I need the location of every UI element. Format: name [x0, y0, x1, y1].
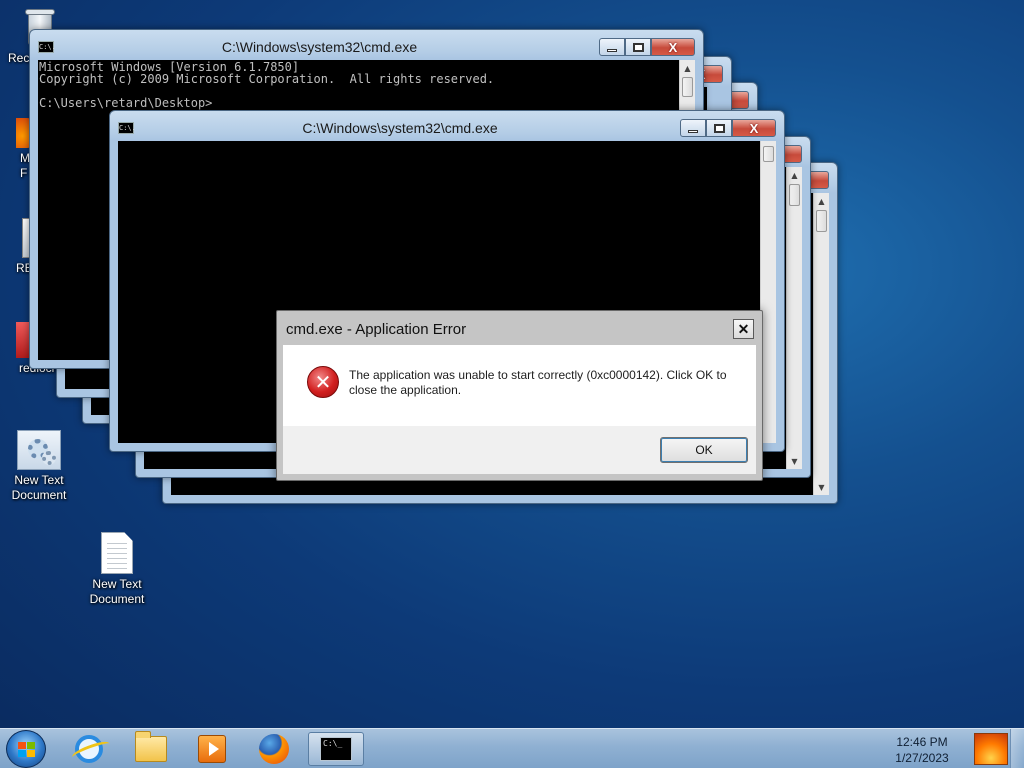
clock-date: 1/27/2023	[895, 751, 949, 765]
desktop-icon-label: New Text	[92, 577, 142, 591]
window-controls: X	[680, 119, 776, 137]
maximize-icon	[632, 42, 644, 52]
window-controls: X	[599, 38, 695, 56]
taskbar-windows-explorer[interactable]	[123, 731, 179, 766]
scroll-down-arrow-icon[interactable]: ▼	[814, 479, 829, 495]
notification-thumbnail-icon[interactable]	[974, 733, 1008, 765]
taskbar-internet-explorer[interactable]	[61, 732, 117, 766]
media-player-icon	[198, 735, 226, 763]
desktop-icon-label: New Text	[14, 473, 64, 487]
window-title: C:\Windows\system32\cmd.exe	[302, 120, 498, 136]
scroll-thumb[interactable]	[763, 146, 774, 162]
scroll-thumb[interactable]	[816, 210, 827, 232]
close-button[interactable]: X	[651, 38, 695, 56]
dialog-footer: OK	[283, 426, 756, 474]
maximize-button[interactable]	[706, 119, 732, 137]
minimize-icon	[607, 48, 617, 52]
show-desktop-button[interactable]	[1010, 729, 1024, 768]
internet-explorer-icon	[75, 735, 103, 763]
text-document-icon	[101, 532, 133, 574]
taskbar: C:\_ 12:46 PM 1/27/2023	[0, 728, 1024, 768]
taskbar-firefox[interactable]	[246, 732, 302, 766]
scroll-up-arrow-icon[interactable]: ▲	[787, 167, 802, 183]
settings-gear-icon	[17, 430, 61, 470]
taskbar-command-prompt[interactable]: C:\_	[308, 732, 364, 766]
firefox-icon	[259, 734, 289, 764]
minimize-icon	[688, 129, 698, 133]
desktop-icon-new-text-document[interactable]: New Text Document	[1, 430, 77, 503]
scroll-down-arrow-icon[interactable]: ▼	[787, 453, 802, 469]
start-button[interactable]	[6, 730, 46, 768]
error-message: The application was unable to start corr…	[349, 368, 727, 397]
clock-time: 12:46 PM	[896, 735, 948, 749]
ok-button[interactable]: OK	[660, 437, 748, 463]
dialog-body: ✕ The application was unable to start co…	[283, 345, 756, 426]
desktop-icon-label: Document	[11, 488, 67, 502]
maximize-icon	[713, 123, 725, 133]
close-button[interactable]: X	[732, 119, 776, 137]
folder-icon	[135, 731, 167, 762]
command-prompt-icon: C:\_	[320, 737, 352, 761]
console-app-icon[interactable]: C:\.	[118, 122, 136, 134]
taskbar-media-player[interactable]	[184, 732, 240, 766]
dialog-close-button[interactable]: ✕	[733, 319, 754, 339]
maximize-button[interactable]	[625, 38, 651, 56]
error-icon: ✕	[307, 366, 339, 398]
dialog-title: cmd.exe - Application Error	[286, 321, 467, 338]
minimize-button[interactable]	[680, 119, 706, 137]
scroll-up-arrow-icon[interactable]: ▲	[814, 193, 829, 209]
system-clock[interactable]: 12:46 PM 1/27/2023	[882, 734, 962, 766]
console-app-icon[interactable]: C:\.	[38, 41, 56, 53]
vertical-scrollbar[interactable]: ▲ ▼	[786, 167, 802, 469]
scroll-thumb[interactable]	[789, 184, 800, 206]
scroll-up-arrow-icon[interactable]: ▲	[680, 60, 695, 76]
scroll-thumb[interactable]	[682, 77, 693, 97]
vertical-scrollbar[interactable]: ▲ ▼	[813, 193, 829, 495]
window-title: C:\Windows\system32\cmd.exe	[221, 39, 418, 55]
desktop-icon-new-text-document-2[interactable]: New Text Document	[79, 532, 155, 607]
minimize-button[interactable]	[599, 38, 625, 56]
application-error-dialog[interactable]: cmd.exe - Application Error ✕ ✕ The appl…	[276, 310, 763, 481]
windows-logo-icon	[18, 742, 36, 758]
desktop-icon-label: Document	[89, 592, 145, 606]
